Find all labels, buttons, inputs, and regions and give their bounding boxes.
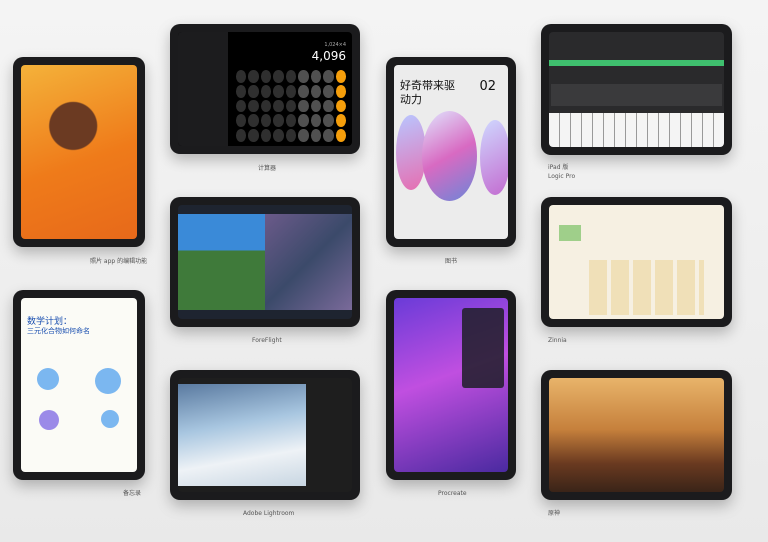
ipad-calculator: 1,024×4 4,096 (170, 24, 360, 154)
calc-key[interactable] (273, 84, 284, 98)
calc-key[interactable] (298, 114, 309, 128)
calc-key[interactable] (335, 99, 346, 113)
calc-key[interactable] (323, 129, 334, 142)
calc-key[interactable] (285, 99, 297, 113)
calc-key[interactable] (323, 84, 334, 98)
calc-key[interactable] (298, 99, 309, 113)
calc-key[interactable] (310, 99, 322, 113)
calc-key[interactable] (248, 84, 259, 98)
calc-key[interactable] (298, 70, 309, 83)
calculator-screen: 1,024×4 4,096 (178, 32, 352, 146)
notes-screen: 数学计划： 三元化合物如何命名 (21, 298, 137, 472)
calc-key[interactable] (310, 70, 322, 83)
caption-notes: 备忘录 (123, 490, 142, 497)
zinnia-screen (549, 205, 724, 319)
calc-keypad[interactable] (236, 70, 346, 142)
caption-lightroom: Adobe Lightroom (243, 510, 295, 517)
caption-game: 原神 (548, 510, 561, 517)
ipad-foreflight (170, 197, 360, 327)
calc-key[interactable] (260, 129, 272, 142)
calc-key[interactable] (285, 70, 297, 83)
calc-key[interactable] (335, 129, 346, 142)
calc-key[interactable] (323, 99, 334, 113)
notes-subtitle: 三元化合物如何命名 (27, 327, 90, 335)
calc-display: 4,096 (311, 49, 346, 63)
piano-keys[interactable] (549, 113, 724, 147)
lightroom-screen (178, 378, 352, 492)
calc-key[interactable] (273, 70, 284, 83)
calc-key[interactable] (260, 114, 272, 128)
calc-key[interactable] (310, 84, 322, 98)
calc-key[interactable] (323, 114, 334, 128)
photos-screen (21, 65, 137, 239)
caption-logic-1: iPad 版 (548, 164, 569, 171)
logic-screen (549, 32, 724, 147)
ipad-photos (13, 57, 145, 247)
caption-books: 图书 (445, 258, 458, 265)
calc-key[interactable] (260, 84, 272, 98)
calc-key[interactable] (236, 114, 247, 128)
ipad-zinnia (541, 197, 732, 327)
calc-key[interactable] (323, 70, 334, 83)
books-screen: 好奇带来驱动力 02 (394, 65, 508, 239)
caption-photos: 照片 app 的编辑功能 (90, 258, 148, 265)
caption-logic-2: Logic Pro (548, 173, 576, 180)
calc-key[interactable] (236, 70, 247, 83)
caption-procreate: Procreate (438, 490, 467, 497)
ipad-lightroom (170, 370, 360, 500)
calc-key[interactable] (298, 129, 309, 142)
foreflight-screen (178, 205, 352, 319)
calc-key[interactable] (273, 114, 284, 128)
game-screen (549, 378, 724, 492)
calc-sub: 1,024×4 (324, 42, 346, 48)
calc-key[interactable] (248, 99, 259, 113)
ipad-books: 好奇带来驱动力 02 (386, 57, 516, 247)
procreate-screen (394, 298, 508, 472)
caption-zinnia: Zinnia (548, 337, 567, 344)
ipad-notes: 数学计划： 三元化合物如何命名 (13, 290, 145, 480)
books-title: 好奇带来驱动力 (400, 79, 455, 106)
calc-key[interactable] (310, 114, 322, 128)
ipad-game (541, 370, 732, 500)
calc-key[interactable] (248, 70, 259, 83)
calc-key[interactable] (248, 129, 259, 142)
books-number: 02 (479, 79, 496, 94)
calc-key[interactable] (285, 114, 297, 128)
calc-key[interactable] (285, 129, 297, 142)
ipad-procreate (386, 290, 516, 480)
calc-key[interactable] (236, 129, 247, 142)
calc-key[interactable] (285, 84, 297, 98)
calc-key[interactable] (236, 84, 247, 98)
calc-key[interactable] (236, 99, 247, 113)
calc-key[interactable] (335, 114, 346, 128)
calc-key[interactable] (260, 70, 272, 83)
calc-key[interactable] (298, 84, 309, 98)
calc-key[interactable] (248, 114, 259, 128)
calc-key[interactable] (310, 129, 322, 142)
calc-key[interactable] (335, 70, 346, 83)
caption-calculator: 计算器 (258, 165, 277, 172)
ipad-logic-pro (541, 24, 732, 155)
calc-key[interactable] (260, 99, 272, 113)
calc-key[interactable] (335, 84, 346, 98)
caption-foreflight: ForeFlight (252, 337, 282, 344)
calc-key[interactable] (273, 129, 284, 142)
calc-key[interactable] (273, 99, 284, 113)
